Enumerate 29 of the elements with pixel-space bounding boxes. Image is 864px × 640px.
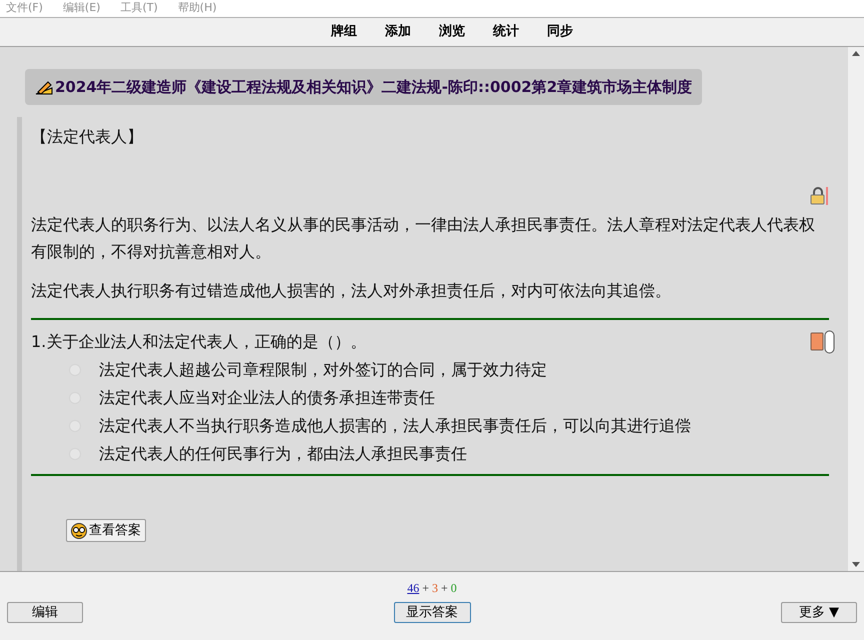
toolbar-link[interactable]: 浏览	[439, 22, 465, 42]
card-paragraph: 法定代表人执行职务有过错造成他人损害的，法人对外承担责任后，对内可依法向其追偿。	[31, 280, 672, 302]
reveal-answer-button[interactable]: 查看答案	[66, 519, 146, 542]
due-count-link[interactable]: 46	[407, 579, 420, 597]
scroll-down-icon[interactable]	[852, 562, 860, 567]
toolbar-link[interactable]: 牌组	[331, 22, 357, 42]
edit-button[interactable]: 编辑	[7, 602, 83, 623]
toolbar-link[interactable]: 同步	[547, 22, 573, 42]
option-label[interactable]: 法定代表人不当执行职务造成他人损害的，法人承担民事责任后，可以向其进行追偿	[99, 414, 691, 438]
lock-icon	[810, 187, 828, 205]
plus-sign: +	[441, 580, 448, 597]
card-paragraph: 法定代表人的职务行为、以法人名义从事的民事活动，一律由法人承担民事责任。法人章程对法定代表人代表权有限制的，不得对抗善意相对人。	[31, 214, 816, 263]
option-label[interactable]: 法定代表人的任何民事行为，都由法人承担民事责任	[99, 442, 467, 466]
question-text: 1.关于企业法人和法定代表人，正确的是（）。	[31, 331, 366, 353]
option-label[interactable]: 法定代表人超越公司章程限制，对外签订的合同，属于效力待定	[99, 358, 547, 382]
option-label[interactable]: 法定代表人应当对企业法人的债务承担连带责任	[99, 386, 435, 410]
plus-sign: +	[422, 580, 429, 597]
book-icon	[810, 330, 836, 354]
card-heading: 【法定代表人】	[31, 126, 144, 148]
deck-title: 2024年二级建造师《建设工程法规及相关知识》二建法规-陈印::0002第2章建筑市场主体制度	[55, 76, 692, 98]
card-count: 3	[432, 580, 438, 597]
card-count: 0	[450, 580, 457, 597]
toolbar-link[interactable]: 统计	[493, 22, 519, 42]
show-answer-button[interactable]: 显示答案	[394, 602, 470, 623]
glasses-face-icon	[71, 522, 87, 538]
toolbar-link[interactable]: 添加	[385, 22, 411, 42]
more-button[interactable]: 更多 ▼	[781, 602, 857, 623]
scroll-up-icon[interactable]	[852, 51, 860, 56]
pencil-icon	[35, 79, 53, 95]
